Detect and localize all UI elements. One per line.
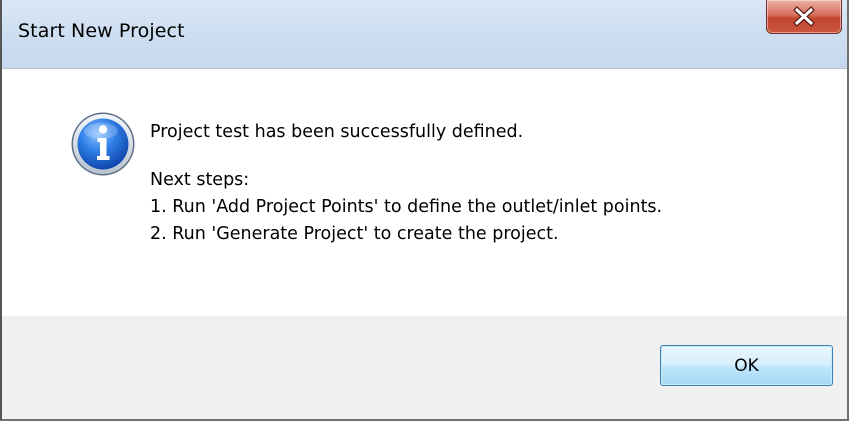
dialog-window: Start New Project Project test has been … <box>0 0 849 421</box>
message-text: Project test has been successfully defin… <box>150 119 830 248</box>
step-1: 1. Run 'Add Project Points' to define th… <box>150 197 663 217</box>
button-bar: OK <box>2 316 847 419</box>
message-headline: Project test has been successfully defin… <box>150 122 524 142</box>
message-area: Project test has been successfully defin… <box>2 68 847 316</box>
close-icon <box>793 6 815 27</box>
title-bar[interactable]: Start New Project <box>2 0 847 68</box>
dialog-title: Start New Project <box>18 20 185 42</box>
close-button[interactable] <box>766 0 842 34</box>
info-icon <box>71 112 135 176</box>
next-steps-label: Next steps: <box>150 170 250 190</box>
ok-button[interactable]: OK <box>660 345 833 386</box>
step-2: 2. Run 'Generate Project' to create the … <box>150 224 559 244</box>
